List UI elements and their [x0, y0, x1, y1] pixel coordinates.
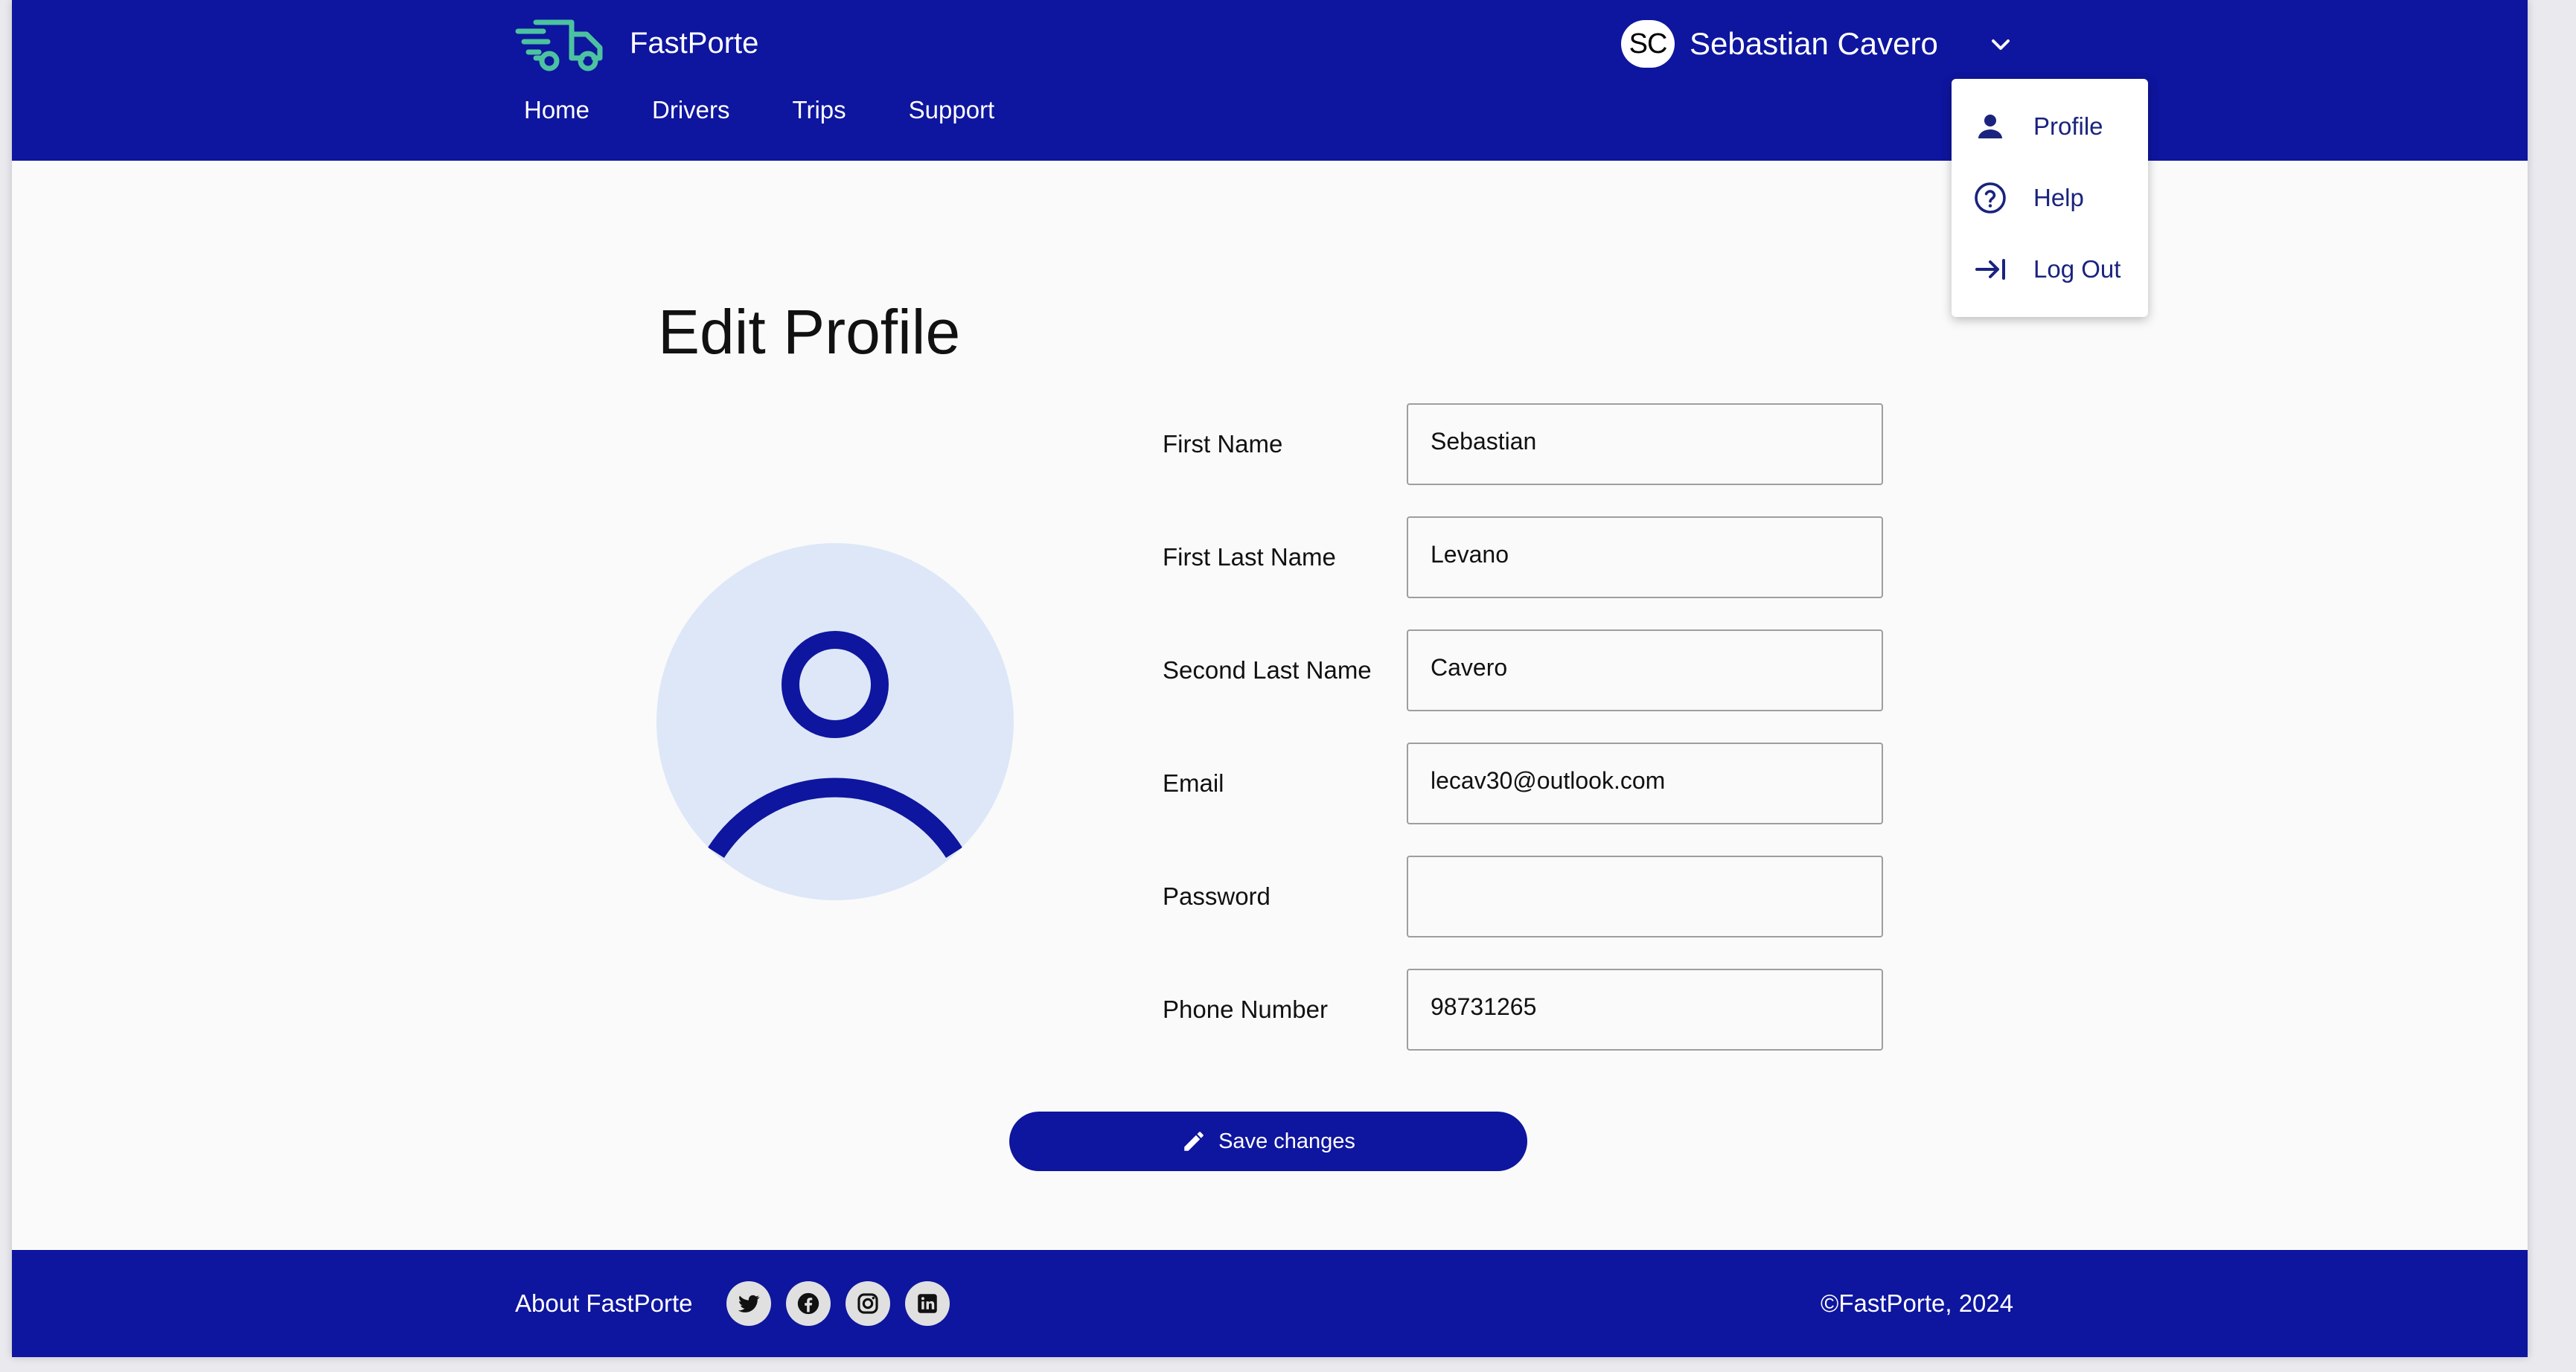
second-last-name-input[interactable]: [1407, 629, 1883, 711]
top-header: FastPorte Home Drivers Trips Support SC …: [12, 0, 2528, 161]
nav-home[interactable]: Home: [524, 92, 589, 128]
password-label: Password: [1163, 882, 1271, 910]
menu-item-label: Help: [2033, 184, 2084, 211]
save-changes-button[interactable]: Save changes: [1009, 1112, 1527, 1171]
menu-item-label: Log Out: [2033, 255, 2121, 283]
twitter-link[interactable]: [726, 1281, 771, 1326]
email-input[interactable]: [1407, 743, 1883, 824]
main-nav: Home Drivers Trips Support: [524, 92, 994, 128]
user-dropdown-menu: Profile Help Log Out: [1952, 79, 2148, 317]
first-last-name-input[interactable]: [1407, 516, 1883, 598]
delivery-truck-logo-icon[interactable]: [514, 12, 607, 76]
menu-item-label: Profile: [2033, 112, 2103, 140]
first-last-name-label: First Last Name: [1163, 543, 1336, 571]
first-name-label: First Name: [1163, 430, 1283, 458]
about-link[interactable]: About FastPorte: [515, 1286, 692, 1321]
nav-trips[interactable]: Trips: [793, 92, 846, 128]
phone-number-label: Phone Number: [1163, 996, 1328, 1023]
twitter-icon: [738, 1295, 760, 1312]
second-last-name-label: Second Last Name: [1163, 656, 1372, 684]
user-name: Sebastian Cavero: [1690, 26, 1938, 61]
user-avatar: SC: [1621, 20, 1675, 68]
help-circle-icon: [1975, 182, 2006, 214]
instagram-icon: [857, 1293, 878, 1314]
first-name-input[interactable]: [1407, 403, 1883, 485]
user-menu-trigger[interactable]: SC Sebastian Cavero: [1621, 18, 1938, 70]
menu-item-logout[interactable]: Log Out: [1952, 240, 2148, 299]
facebook-link[interactable]: [786, 1281, 831, 1326]
chevron-down-icon[interactable]: [1986, 30, 2016, 60]
app-window: FastPorte Home Drivers Trips Support SC …: [12, 0, 2528, 1357]
pencil-icon: [1184, 1132, 1204, 1151]
person-icon: [1978, 115, 2002, 138]
page-title: Edit Profile: [658, 297, 961, 367]
footer: About FastPorte ©FastPorte, 2024: [12, 1250, 2528, 1357]
copyright-text: ©FastPorte, 2024: [1821, 1289, 2014, 1317]
email-label: Email: [1163, 769, 1224, 797]
facebook-icon: [797, 1292, 819, 1315]
phone-number-input[interactable]: [1407, 969, 1883, 1051]
menu-item-help[interactable]: Help: [1952, 168, 2148, 228]
save-changes-label: Save changes: [1218, 1129, 1355, 1153]
brand-name[interactable]: FastPorte: [630, 22, 758, 64]
password-input[interactable]: [1407, 856, 1883, 937]
nav-support[interactable]: Support: [909, 92, 995, 128]
profile-avatar-icon[interactable]: [656, 543, 1014, 900]
linkedin-link[interactable]: [905, 1281, 950, 1326]
menu-item-profile[interactable]: Profile: [1952, 97, 2148, 156]
linkedin-icon: [918, 1294, 937, 1313]
instagram-link[interactable]: [846, 1281, 890, 1326]
nav-drivers[interactable]: Drivers: [652, 92, 730, 128]
logout-arrow-icon: [1975, 259, 2005, 280]
